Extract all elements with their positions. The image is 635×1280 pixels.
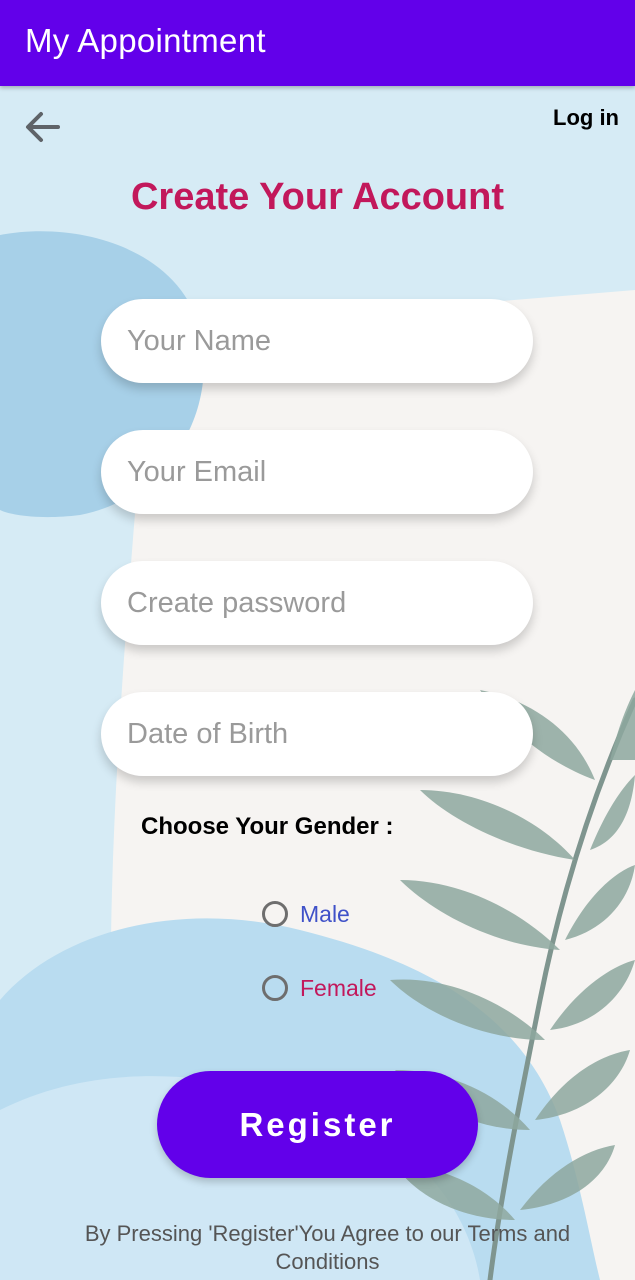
app-title: My Appointment bbox=[25, 22, 266, 59]
back-button[interactable] bbox=[20, 104, 66, 150]
page-title: Create Your Account bbox=[130, 176, 505, 218]
gender-label: Choose Your Gender : bbox=[141, 813, 394, 840]
password-input[interactable] bbox=[125, 585, 533, 621]
gender-female-label: Female bbox=[300, 974, 377, 1001]
name-field[interactable] bbox=[101, 299, 533, 383]
gender-radio-female[interactable]: Female bbox=[262, 971, 377, 1005]
register-screen: My Appointment Log in Create Your Accoun… bbox=[0, 0, 635, 1280]
terms-text: By Pressing 'Register'You Agree to our T… bbox=[84, 1221, 571, 1274]
radio-circle-icon[interactable] bbox=[262, 975, 288, 1001]
name-input[interactable] bbox=[125, 323, 533, 359]
password-field[interactable] bbox=[101, 561, 533, 645]
dob-field[interactable] bbox=[101, 692, 533, 776]
dob-input[interactable] bbox=[125, 716, 533, 752]
login-link[interactable]: Log in bbox=[553, 105, 619, 131]
radio-circle-icon[interactable] bbox=[262, 901, 288, 927]
register-button[interactable]: Register bbox=[157, 1071, 478, 1178]
app-bar: My Appointment bbox=[0, 0, 635, 86]
gender-radio-male[interactable]: Male bbox=[262, 897, 350, 931]
arrow-left-icon bbox=[26, 112, 60, 142]
email-field[interactable] bbox=[101, 430, 533, 514]
email-input[interactable] bbox=[125, 454, 533, 490]
gender-male-label: Male bbox=[300, 900, 350, 927]
